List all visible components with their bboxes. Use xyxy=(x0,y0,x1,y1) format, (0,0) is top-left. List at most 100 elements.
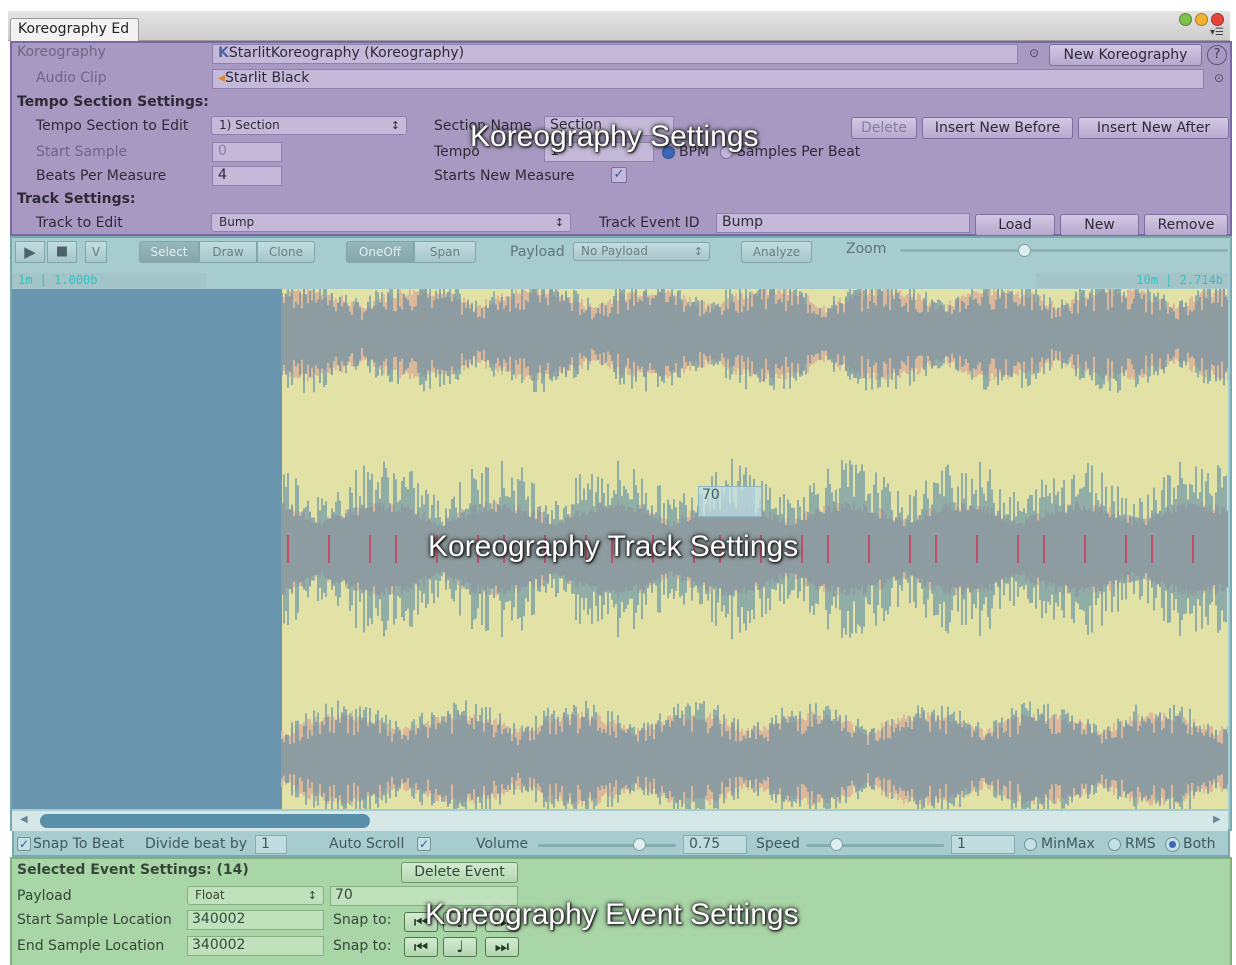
both-label: Both xyxy=(1183,836,1216,852)
track-edit-label: Track to Edit xyxy=(36,215,123,231)
divide-beat-label: Divide beat by xyxy=(145,836,247,852)
delete-event-button[interactable]: Delete Event xyxy=(401,862,518,883)
select-mode-button[interactable]: Select xyxy=(139,241,199,263)
volume-slider-track[interactable] xyxy=(538,844,676,847)
koreography-field[interactable]: KStarlitKoreography (Koreography) xyxy=(212,44,1018,64)
ruler-left: 1m | 1.000b xyxy=(12,273,206,288)
start-sample-field[interactable]: 0 xyxy=(212,142,282,162)
end-snap-next-icon[interactable]: ⏭ xyxy=(485,937,519,957)
starts-new-measure-checkbox[interactable]: ✓ xyxy=(611,167,627,183)
event-marker[interactable] xyxy=(287,535,289,563)
maximize-icon[interactable] xyxy=(1179,13,1192,26)
event-marker[interactable] xyxy=(827,535,829,563)
event-marker[interactable] xyxy=(976,535,978,563)
v-button[interactable]: V xyxy=(85,241,107,263)
start-snap-label: Snap to: xyxy=(333,912,392,928)
load-track-button[interactable]: Load xyxy=(975,214,1055,236)
koreography-settings-caption: Koreography Settings xyxy=(470,120,759,153)
speed-label: Speed xyxy=(756,836,800,852)
track-edit-dropdown[interactable]: Bump xyxy=(211,213,571,232)
event-marker[interactable] xyxy=(1125,535,1127,563)
both-radio[interactable] xyxy=(1166,838,1179,851)
auto-scroll-checkbox[interactable]: ✓ xyxy=(417,837,431,851)
event-marker[interactable] xyxy=(1017,535,1019,563)
play-icon[interactable]: ▶ xyxy=(15,241,45,263)
oneoff-button[interactable]: OneOff xyxy=(346,241,414,263)
help-icon[interactable]: ? xyxy=(1207,45,1227,65)
insert-before-button[interactable]: Insert New Before xyxy=(922,117,1073,139)
divide-beat-field[interactable]: 1 xyxy=(255,835,287,854)
track-settings-header: Track Settings: xyxy=(17,191,136,207)
event-marker[interactable] xyxy=(909,535,911,563)
event-marker[interactable] xyxy=(1043,535,1045,563)
window-tab[interactable]: Koreography Ed xyxy=(10,18,139,41)
zoom-slider-thumb[interactable] xyxy=(1018,244,1031,257)
koreography-asset-icon: K xyxy=(218,45,229,61)
tempo-section-header: Tempo Section Settings: xyxy=(17,94,209,110)
analyze-button[interactable]: Analyze xyxy=(741,241,812,263)
tempo-section-dropdown[interactable]: 1) Section xyxy=(211,116,407,135)
starts-new-measure-label: Starts New Measure xyxy=(434,168,575,184)
scrollbar-thumb[interactable] xyxy=(40,814,370,828)
minmax-radio[interactable] xyxy=(1024,838,1037,851)
start-sample-location-label: Start Sample Location xyxy=(17,912,172,928)
speed-slider-track[interactable] xyxy=(806,844,944,847)
payload-dropdown[interactable]: No Payload ↕ xyxy=(573,242,710,261)
new-koreography-button[interactable]: New Koreography xyxy=(1049,44,1202,66)
speed-slider-thumb[interactable] xyxy=(830,838,843,851)
event-marker[interactable] xyxy=(1151,535,1153,563)
event-settings-caption: Koreography Event Settings xyxy=(425,898,799,931)
start-sample-label: Start Sample xyxy=(36,144,128,160)
clone-mode-button[interactable]: Clone xyxy=(257,241,315,263)
stop-icon[interactable]: ■ xyxy=(47,241,77,263)
insert-after-button[interactable]: Insert New After xyxy=(1078,117,1229,139)
scroll-left-icon[interactable]: ◀ xyxy=(20,814,28,825)
delete-section-button[interactable]: Delete xyxy=(851,117,917,139)
draw-mode-button[interactable]: Draw xyxy=(199,241,257,263)
span-button[interactable]: Span xyxy=(414,241,476,263)
auto-scroll-label: Auto Scroll xyxy=(329,836,405,852)
event-marker[interactable] xyxy=(369,535,371,563)
event-marker[interactable] xyxy=(328,535,330,563)
payload-label: Payload xyxy=(510,244,565,260)
volume-field[interactable]: 0.75 xyxy=(683,835,747,854)
start-sample-location-field[interactable]: 340002 xyxy=(187,910,324,930)
event-marker[interactable] xyxy=(1192,535,1194,563)
remove-track-button[interactable]: Remove xyxy=(1144,214,1228,236)
payload-type-dropdown[interactable]: Float ↕ xyxy=(187,886,324,905)
selected-event-header: Selected Event Settings: (14) xyxy=(17,862,249,878)
rms-label: RMS xyxy=(1125,836,1156,852)
audio-clip-field[interactable]: ◂Starlit Black xyxy=(212,69,1204,89)
track-event-id-field[interactable]: Bump xyxy=(716,213,970,233)
snap-to-beat-checkbox[interactable]: ✓ xyxy=(17,837,31,851)
rms-radio[interactable] xyxy=(1108,838,1121,851)
end-snap-beat-icon[interactable]: ♩ xyxy=(443,937,477,957)
speed-field[interactable]: 1 xyxy=(951,835,1015,854)
minmax-label: MinMax xyxy=(1041,836,1095,852)
event-value-box[interactable]: 70 xyxy=(698,486,762,517)
event-marker[interactable] xyxy=(801,535,803,563)
zoom-slider-track[interactable] xyxy=(900,249,1228,252)
event-marker[interactable] xyxy=(935,535,937,563)
zoom-label: Zoom xyxy=(846,241,887,257)
close-icon[interactable] xyxy=(1211,13,1224,26)
end-sample-location-label: End Sample Location xyxy=(17,938,165,954)
end-snap-previous-icon[interactable]: ⏮ xyxy=(404,937,438,957)
event-marker[interactable] xyxy=(1084,535,1086,563)
beats-per-measure-field[interactable]: 4 xyxy=(212,166,282,186)
end-snap-label: Snap to: xyxy=(333,938,392,954)
new-track-button[interactable]: New xyxy=(1060,214,1139,236)
volume-slider-thumb[interactable] xyxy=(633,838,646,851)
scroll-right-icon[interactable]: ▶ xyxy=(1213,814,1221,825)
koreography-label: Koreography xyxy=(17,44,106,60)
event-marker[interactable] xyxy=(395,535,397,563)
minimize-icon[interactable] xyxy=(1195,13,1208,26)
audio-clip-icon: ◂ xyxy=(218,70,226,86)
menu-icon[interactable]: ▾☰ xyxy=(1210,27,1224,38)
title-bar xyxy=(8,11,1230,41)
audio-picker-icon[interactable]: ⊙ xyxy=(1214,71,1224,85)
event-marker[interactable] xyxy=(868,535,870,563)
volume-label: Volume xyxy=(476,836,529,852)
end-sample-location-field[interactable]: 340002 xyxy=(187,936,324,956)
object-picker-icon[interactable]: ⊙ xyxy=(1029,46,1039,60)
